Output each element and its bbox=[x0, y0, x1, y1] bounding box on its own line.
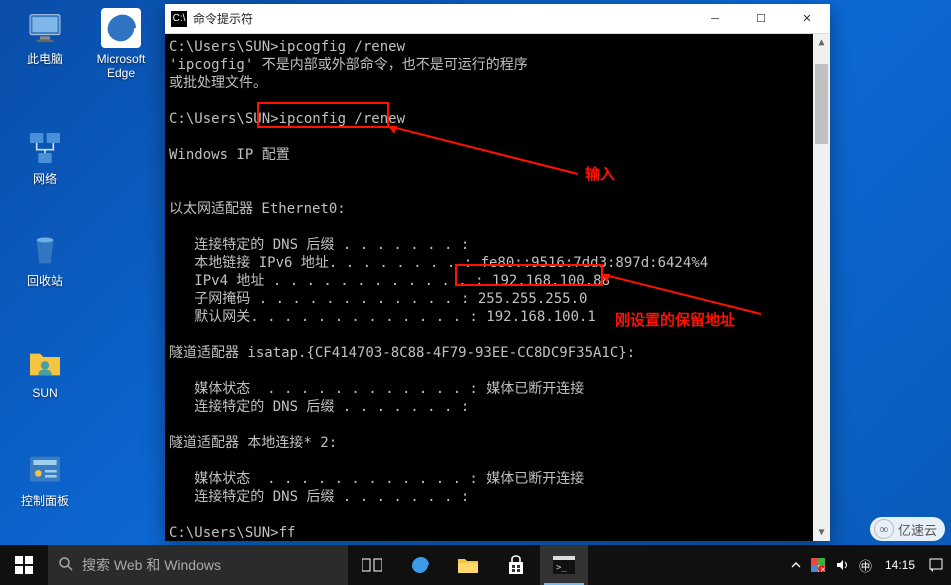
close-button[interactable]: ✕ bbox=[784, 4, 830, 33]
edge-icon bbox=[101, 8, 141, 48]
cmd-titlebar[interactable]: C:\ 命令提示符 ─ ☐ ✕ bbox=[165, 4, 830, 34]
annotation-box-input bbox=[257, 102, 389, 128]
cmd-line: 隧道适配器 isatap.{CF414703-8C88-4F79-93EE-CC… bbox=[165, 344, 830, 362]
tray-chevron-icon[interactable] bbox=[786, 560, 806, 570]
tray-notifications-icon[interactable] bbox=[923, 557, 949, 573]
cmd-body[interactable]: C:\Users\SUN>ipcogfig /renew 'ipcogfig' … bbox=[165, 34, 830, 541]
cmd-line: Windows IP 配置 bbox=[165, 146, 830, 164]
annotation-label-input: 输入 bbox=[585, 166, 615, 184]
taskview-button[interactable] bbox=[348, 545, 396, 585]
cmd-line bbox=[165, 506, 830, 524]
cmd-line: 以太网适配器 Ethernet0: bbox=[165, 200, 830, 218]
svg-text:✕: ✕ bbox=[820, 567, 825, 572]
tray-clock[interactable]: 14:15 bbox=[877, 558, 923, 572]
search-placeholder: 搜索 Web 和 Windows bbox=[82, 555, 221, 575]
desktop: 此电脑 Microsoft Edge 网络 回收站 SUN 控制面板 C:\ bbox=[0, 0, 951, 585]
folder-icon bbox=[457, 555, 479, 575]
tray-volume-icon[interactable] bbox=[830, 558, 854, 572]
cmd-line bbox=[165, 362, 830, 380]
cmd-title-icon: C:\ bbox=[171, 11, 187, 27]
desktop-icon-this-pc[interactable]: 此电脑 bbox=[8, 8, 82, 66]
cmd-line: 媒体状态 . . . . . . . . . . . . : 媒体已断开连接 bbox=[165, 380, 830, 398]
store-icon bbox=[505, 554, 527, 576]
system-tray[interactable]: ✕ ㊥ 14:15 bbox=[784, 545, 951, 585]
watermark: ∞ 亿速云 bbox=[870, 517, 945, 541]
desktop-icon-label: SUN bbox=[8, 386, 82, 400]
cmd-window[interactable]: C:\ 命令提示符 ─ ☐ ✕ C:\Users\SUN>ipcogfig /r… bbox=[165, 4, 830, 541]
cmd-line: C:\Users\SUN>ipcogfig /renew bbox=[165, 38, 830, 56]
cmd-icon: >_ bbox=[553, 556, 575, 574]
cmd-line: 连接特定的 DNS 后缀 . . . . . . . : bbox=[165, 236, 830, 254]
control-panel-icon bbox=[25, 450, 65, 490]
taskbar-search[interactable]: 搜索 Web 和 Windows bbox=[48, 545, 348, 585]
cmd-line bbox=[165, 182, 830, 200]
cmd-line: 连接特定的 DNS 后缀 . . . . . . . : bbox=[165, 398, 830, 416]
cmd-line bbox=[165, 218, 830, 236]
watermark-text: 亿速云 bbox=[898, 520, 937, 539]
minimize-button[interactable]: ─ bbox=[692, 4, 738, 33]
desktop-icon-control-panel[interactable]: 控制面板 bbox=[8, 450, 82, 508]
cmd-line: 或批处理文件。 bbox=[165, 74, 830, 92]
watermark-icon: ∞ bbox=[874, 519, 894, 539]
cmd-line: 媒体状态 . . . . . . . . . . . . : 媒体已断开连接 bbox=[165, 470, 830, 488]
cmd-line bbox=[165, 164, 830, 182]
scroll-down-arrow[interactable]: ▼ bbox=[813, 524, 830, 541]
desktop-icon-label: 回收站 bbox=[8, 274, 82, 288]
desktop-icon-label: 此电脑 bbox=[8, 52, 82, 66]
cmd-scrollbar[interactable]: ▲ ▼ bbox=[813, 34, 830, 541]
recycle-bin-icon bbox=[25, 230, 65, 270]
desktop-icon-network[interactable]: 网络 bbox=[8, 128, 82, 186]
cmd-line bbox=[165, 128, 830, 146]
maximize-button[interactable]: ☐ bbox=[738, 4, 784, 33]
start-button[interactable] bbox=[0, 545, 48, 585]
scroll-thumb[interactable] bbox=[815, 64, 828, 144]
tray-ime-icon[interactable]: ㊥ bbox=[854, 556, 877, 575]
taskbar-app-explorer[interactable] bbox=[444, 545, 492, 585]
cmd-line: C:\Users\SUN>ff bbox=[165, 524, 830, 541]
annotation-label-reserved: 刚设置的保留地址 bbox=[615, 312, 735, 330]
desktop-icon-edge[interactable]: Microsoft Edge bbox=[84, 8, 158, 80]
taskview-icon bbox=[362, 557, 382, 573]
user-folder-icon bbox=[25, 342, 65, 382]
taskbar-app-edge[interactable] bbox=[396, 545, 444, 585]
desktop-icon-sun[interactable]: SUN bbox=[8, 342, 82, 400]
annotation-box-ipv4 bbox=[455, 264, 603, 286]
scroll-up-arrow[interactable]: ▲ bbox=[813, 34, 830, 51]
ipv4-label: IPv4 地址 . . . . . . . . . . . . bbox=[169, 273, 475, 289]
svg-text:>_: >_ bbox=[556, 563, 567, 573]
cmd-title-text: 命令提示符 bbox=[193, 10, 692, 27]
desktop-icon-recycle-bin[interactable]: 回收站 bbox=[8, 230, 82, 288]
cmd-line: 隧道适配器 本地连接* 2: bbox=[165, 434, 830, 452]
cmd-line: 子网掩码 . . . . . . . . . . . . : 255.255.2… bbox=[165, 290, 830, 308]
taskbar-app-store[interactable] bbox=[492, 545, 540, 585]
cmd-line: 连接特定的 DNS 后缀 . . . . . . . : bbox=[165, 488, 830, 506]
this-pc-icon bbox=[25, 8, 65, 48]
search-icon bbox=[58, 556, 74, 575]
desktop-icon-label: 网络 bbox=[8, 172, 82, 186]
cmd-line: 'ipcogfig' 不是内部或外部命令，也不是可运行的程序 bbox=[165, 56, 830, 74]
taskbar-app-cmd[interactable]: >_ bbox=[540, 545, 588, 585]
cmd-line bbox=[165, 416, 830, 434]
cmd-line bbox=[165, 452, 830, 470]
tray-security-icon[interactable]: ✕ bbox=[806, 558, 830, 572]
edge-icon bbox=[408, 553, 432, 577]
taskbar[interactable]: 搜索 Web 和 Windows >_ ✕ ㊥ 14:15 bbox=[0, 545, 951, 585]
desktop-icon-label: Microsoft Edge bbox=[84, 52, 158, 80]
windows-logo-icon bbox=[15, 556, 33, 574]
network-icon bbox=[25, 128, 65, 168]
desktop-icon-label: 控制面板 bbox=[8, 494, 82, 508]
